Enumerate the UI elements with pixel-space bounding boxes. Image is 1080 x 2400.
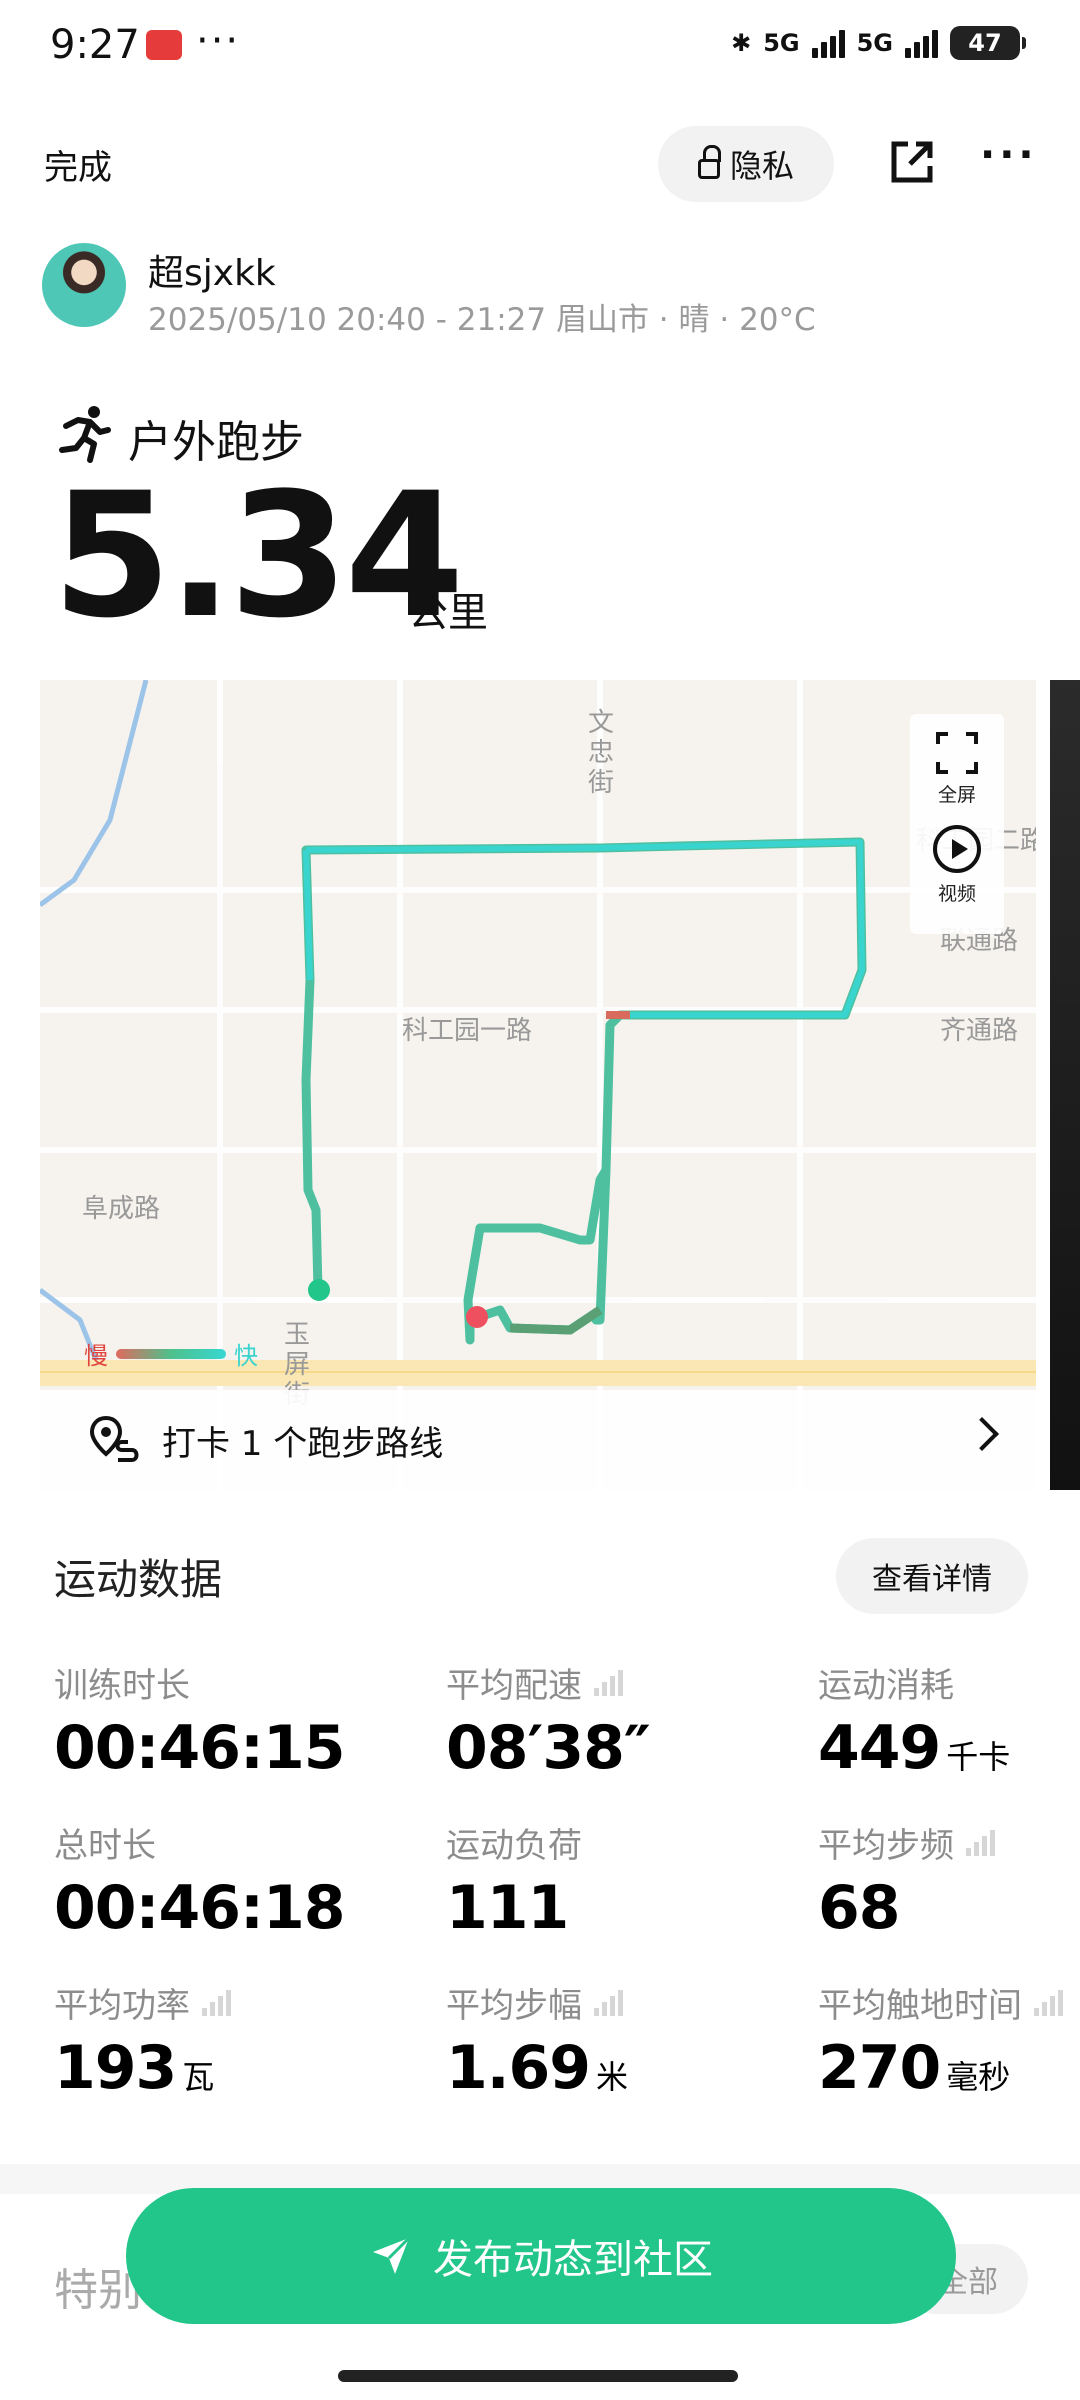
fullscreen-icon bbox=[936, 732, 978, 774]
stat-total-duration: 总时长 00:46:18 bbox=[54, 1818, 345, 1943]
privacy-button[interactable]: 隐私 bbox=[658, 126, 834, 202]
checkin-text: 打卡 1 个跑步路线 bbox=[162, 1423, 444, 1464]
network-type-1: 5G bbox=[763, 29, 800, 57]
video-button[interactable]: 视频 bbox=[933, 825, 981, 906]
stat-label: 运动消耗 bbox=[818, 1666, 954, 1706]
publish-to-community-button[interactable]: 发布动态到社区 bbox=[126, 2188, 956, 2324]
trend-chart-icon bbox=[1034, 1989, 1063, 2016]
road-label-qitong: 齐通路 bbox=[940, 1016, 1019, 1046]
stat-value: 08′38″ bbox=[446, 1713, 651, 1783]
stat-label: 平均步频 bbox=[818, 1826, 954, 1866]
battery-icon: 47 bbox=[950, 26, 1026, 60]
stat-avg-stride[interactable]: 平均步幅 1.69 米 bbox=[446, 1978, 628, 2103]
privacy-label: 隐私 bbox=[729, 147, 794, 185]
signal-icon-2 bbox=[905, 28, 938, 58]
stat-label: 平均功率 bbox=[54, 1986, 190, 2026]
network-type-2: 5G bbox=[856, 29, 893, 57]
trend-chart-icon bbox=[966, 1829, 995, 1856]
send-icon bbox=[373, 2236, 411, 2274]
stat-label: 运动负荷 bbox=[446, 1826, 582, 1866]
status-indicators: ✱ 5G 5G 47 bbox=[731, 26, 1026, 60]
fullscreen-button[interactable]: 全屏 bbox=[936, 732, 978, 807]
road-label-kegongyuan1: 科工园一路 bbox=[402, 1016, 533, 1046]
bluetooth-icon: ✱ bbox=[731, 29, 752, 57]
stat-value: 1.69 bbox=[446, 2033, 591, 2103]
more-options-button[interactable]: ··· bbox=[980, 132, 1038, 178]
route-checkin-row[interactable]: 打卡 1 个跑步路线 bbox=[40, 1390, 1036, 1490]
route-pin-icon bbox=[89, 1415, 139, 1462]
stat-value: 193 bbox=[54, 2033, 177, 2103]
stat-value: 449 bbox=[818, 1713, 941, 1783]
map-controls: 全屏 视频 bbox=[910, 714, 1004, 934]
stat-avg-cadence[interactable]: 平均步频 68 bbox=[818, 1818, 995, 1943]
stat-training-duration: 训练时长 00:46:15 bbox=[54, 1658, 345, 1783]
chevron-right-icon bbox=[965, 1417, 999, 1451]
stat-avg-power[interactable]: 平均功率 193 瓦 bbox=[54, 1978, 231, 2103]
stat-unit: 毫秒 bbox=[946, 2058, 1011, 2096]
trend-chart-icon bbox=[202, 1989, 231, 2016]
stat-calories: 运动消耗 449 千卡 bbox=[818, 1658, 1010, 1783]
avatar[interactable] bbox=[42, 243, 126, 327]
more-notifications-icon: ··· bbox=[196, 18, 241, 64]
lock-icon bbox=[697, 145, 721, 179]
legend-fast: 快 bbox=[234, 1342, 258, 1370]
stat-unit: 米 bbox=[596, 2058, 629, 2096]
share-icon[interactable] bbox=[886, 136, 938, 188]
distance-unit: 公里 bbox=[408, 590, 488, 636]
stat-ground-contact[interactable]: 平均触地时间 270 毫秒 bbox=[818, 1978, 1063, 2103]
publish-label: 发布动态到社区 bbox=[433, 2237, 713, 2283]
stat-training-load: 运动负荷 111 bbox=[446, 1818, 582, 1943]
fullscreen-label: 全屏 bbox=[937, 784, 976, 806]
road-label-wenzhong: 文忠街 bbox=[587, 708, 614, 798]
done-button[interactable]: 完成 bbox=[44, 140, 112, 189]
distance-value: 5.34 bbox=[52, 455, 464, 656]
signal-icon bbox=[811, 28, 845, 58]
stats-title: 运动数据 bbox=[54, 1555, 223, 1604]
stat-value: 00:46:18 bbox=[54, 1873, 345, 1943]
stat-label: 训练时长 bbox=[54, 1666, 190, 1706]
legend-gradient bbox=[116, 1348, 226, 1359]
stat-avg-pace[interactable]: 平均配速 08′38″ bbox=[446, 1658, 651, 1783]
stat-value: 68 bbox=[818, 1873, 900, 1943]
stat-value: 270 bbox=[818, 2033, 941, 2103]
stat-value: 111 bbox=[446, 1873, 569, 1943]
stat-value: 00:46:15 bbox=[54, 1713, 345, 1783]
trend-chart-icon bbox=[594, 1989, 623, 2016]
legend-slow: 慢 bbox=[84, 1342, 108, 1370]
pace-legend: 慢 快 bbox=[84, 1336, 258, 1371]
username: 超sjxkk bbox=[148, 253, 276, 294]
video-label: 视频 bbox=[937, 883, 976, 905]
stat-label: 平均步幅 bbox=[446, 1986, 582, 2026]
app-notification-icon bbox=[146, 30, 182, 60]
road-label-fucheng: 阜成路 bbox=[82, 1194, 161, 1224]
stat-label: 总时长 bbox=[54, 1826, 156, 1866]
stat-unit: 瓦 bbox=[182, 2058, 215, 2096]
stat-label: 平均触地时间 bbox=[818, 1986, 1022, 2026]
trend-chart-icon bbox=[594, 1669, 623, 1696]
stat-unit: 千卡 bbox=[946, 1738, 1011, 1776]
stat-label: 平均配速 bbox=[446, 1666, 582, 1706]
activity-meta: 2025/05/10 20:40 - 21:27 眉山市 · 晴 · 20°C bbox=[148, 302, 816, 338]
status-time: 9:27 bbox=[50, 22, 140, 68]
home-indicator[interactable] bbox=[338, 2370, 738, 2382]
play-icon bbox=[933, 825, 981, 873]
view-details-button[interactable]: 查看详情 bbox=[836, 1538, 1028, 1614]
next-media-edge[interactable] bbox=[1050, 680, 1080, 1490]
